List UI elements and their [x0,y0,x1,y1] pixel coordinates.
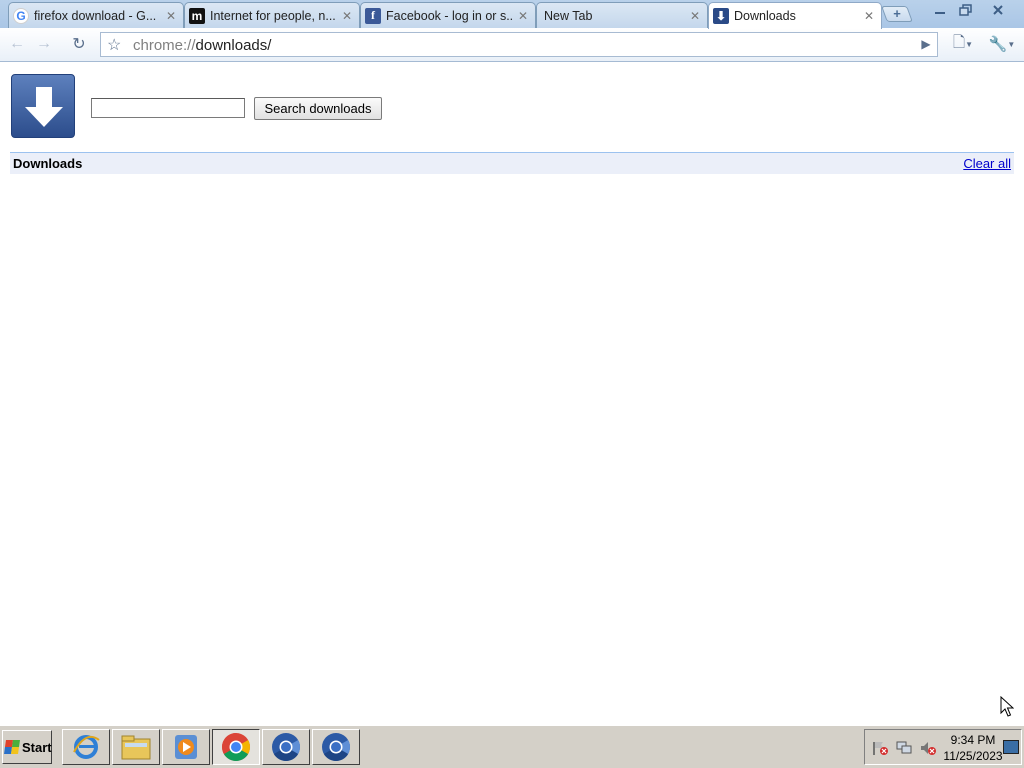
plus-icon: + [893,6,901,21]
clear-all-link[interactable]: Clear all [963,156,1011,171]
network-icon[interactable] [895,740,913,756]
tab-title: New Tab [544,8,593,23]
taskbar-app-chrome[interactable] [212,729,260,765]
play-arrow-icon: ▶ [921,37,931,51]
tab-title: firefox download - G... [34,8,157,23]
taskbar-app-media-player[interactable] [162,729,210,765]
tab-title: Internet for people, n... [210,8,336,23]
chevron-down-icon: ▼ [965,39,973,49]
chromium-icon [322,733,350,761]
downloads-logo [11,74,75,138]
downloads-search-input[interactable] [91,98,245,118]
mozilla-m-icon: m [189,7,205,24]
taskbar-app-chromium[interactable] [312,729,360,765]
download-arrow-icon: ⬇ [713,8,729,24]
forward-button[interactable]: → [32,33,56,55]
windows-flag-icon [4,740,20,754]
tab-close-icon[interactable]: ✕ [341,10,353,22]
tab-close-icon[interactable]: ✕ [165,10,177,22]
page-menu-button[interactable]: 🗋 ▼ [948,33,978,55]
downloads-page: Search downloads Downloads Clear all [0,63,1024,725]
section-title: Downloads [13,156,83,171]
reload-icon: ↻ [72,36,86,53]
reload-button[interactable]: ↻ [67,33,91,55]
back-button[interactable]: ← [5,33,29,55]
download-arrow-icon [25,87,63,127]
volume-muted-icon[interactable] [919,740,937,756]
url-scheme: chrome:// [133,37,196,54]
restore-icon [959,3,972,16]
wrench-icon: 🔧 [988,36,1008,53]
chrome-icon [222,733,250,761]
close-window-button[interactable] [984,1,1012,18]
system-tray: 9:34 PM 11/25/2023 [864,729,1022,765]
taskbar: Start 9:34 PM 11/25/2023 [0,725,1024,768]
tab-close-icon[interactable]: ✕ [863,10,875,22]
clock-date[interactable]: 11/25/2023 [941,749,1005,764]
url-path: downloads/ [195,37,272,54]
minimize-button[interactable] [926,1,954,18]
tab-google-search[interactable]: G firefox download - G... ✕ [8,2,184,28]
internet-explorer-icon [73,735,100,759]
clock-time[interactable]: 9:34 PM [941,733,1005,748]
taskbar-app-internet-explorer[interactable] [62,729,110,765]
google-g-icon: G [13,7,29,24]
minimize-icon [935,11,945,14]
taskbar-app-chromium[interactable] [262,729,310,765]
tab-mozilla[interactable]: m Internet for people, n... ✕ [184,2,360,28]
browser-toolbar: ← → ↻ ☆ chrome://downloads/ ▶ 🗋 ▼ 🔧 ▼ [0,28,1024,62]
action-center-flag-icon[interactable] [871,740,889,756]
facebook-f-icon: f [365,7,381,24]
tray-icons [871,740,937,756]
new-tab-button[interactable]: + [881,6,913,22]
restore-button[interactable] [952,1,980,18]
chevron-down-icon: ▼ [1007,39,1016,49]
tab-new-tab[interactable]: New Tab ✕ [536,2,708,28]
downloads-section-header: Downloads Clear all [10,152,1014,174]
tab-facebook[interactable]: f Facebook - log in or s... ✕ [360,2,536,28]
close-icon [993,4,1003,15]
taskbar-app-windows-explorer[interactable] [112,729,160,765]
bookmark-star-icon[interactable]: ☆ [107,35,121,55]
address-bar[interactable]: ☆ chrome://downloads/ [100,32,938,57]
start-button[interactable]: Start [2,730,52,764]
search-downloads-button[interactable]: Search downloads [254,97,382,120]
show-desktop-button[interactable] [1003,740,1019,754]
go-button[interactable]: ▶ [914,33,938,55]
address-url: chrome://downloads/ [133,37,271,54]
page-icon: 🗋 [953,33,966,51]
tab-close-icon[interactable]: ✕ [517,10,529,22]
chromium-icon [272,733,300,761]
settings-menu-button[interactable]: 🔧 ▼ [986,33,1018,55]
tab-title: Downloads [734,9,796,23]
tab-close-icon[interactable]: ✕ [689,10,701,22]
forward-arrow-icon: → [36,35,52,52]
media-player-icon [175,735,197,759]
back-arrow-icon: ← [9,35,25,52]
tab-title: Facebook - log in or s... [386,8,513,23]
tab-strip: G firefox download - G... ✕ m Internet f… [0,0,1024,29]
windows-explorer-icon [121,735,151,760]
mouse-cursor-icon [1000,696,1014,717]
start-label: Start [22,739,52,755]
tab-downloads[interactable]: ⬇ Downloads ✕ [708,2,882,29]
